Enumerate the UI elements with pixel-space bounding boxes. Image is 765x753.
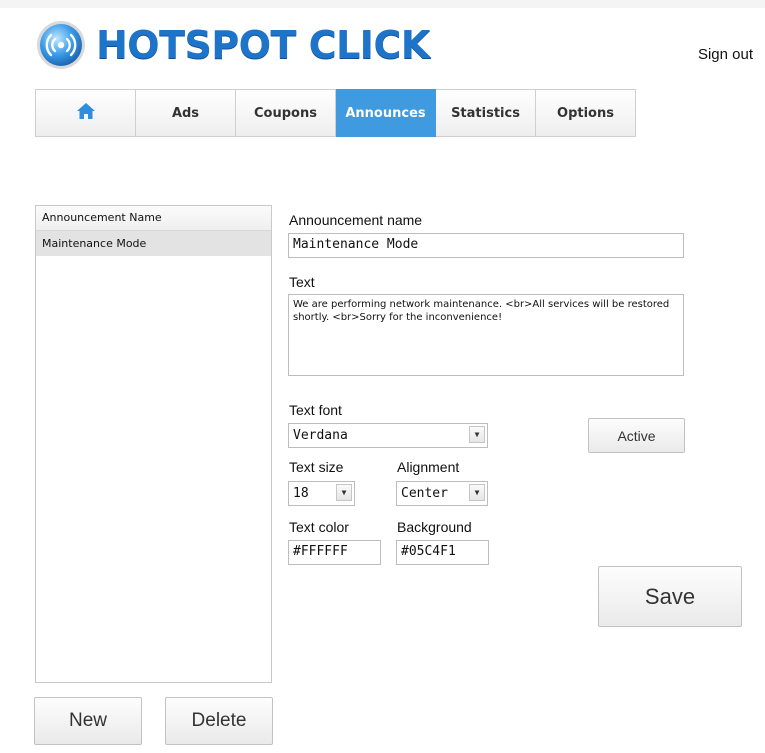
tab-ads[interactable]: Ads [136, 89, 236, 137]
tab-options[interactable]: Options [536, 89, 636, 137]
announcement-name-label: Announcement name [289, 212, 423, 228]
text-font-value: Verdana [293, 428, 348, 443]
tab-coupons[interactable]: Coupons [236, 89, 336, 137]
chevron-down-icon: ▼ [469, 484, 485, 501]
text-size-label: Text size [289, 459, 344, 475]
alignment-label: Alignment [397, 459, 460, 475]
sign-out-link[interactable]: Sign out [698, 46, 753, 63]
tab-statistics[interactable]: Statistics [436, 89, 536, 137]
alignment-value: Center [401, 486, 448, 501]
tab-announces[interactable]: Announces [336, 89, 436, 137]
text-font-select[interactable]: Verdana ▼ [288, 423, 488, 448]
text-color-label: Text color [289, 519, 349, 535]
text-size-select[interactable]: 18 ▼ [288, 481, 355, 506]
delete-button[interactable]: Delete [165, 697, 273, 745]
logo: HOTSPOT CLICK [36, 18, 430, 72]
alignment-select[interactable]: Center ▼ [396, 481, 488, 506]
text-color-field[interactable]: #FFFFFF [288, 540, 381, 565]
text-size-value: 18 [293, 486, 309, 501]
background-color-field[interactable]: #05C4F1 [396, 540, 489, 565]
list-item[interactable]: Maintenance Mode [36, 231, 271, 256]
announcement-list: Announcement Name Maintenance Mode [35, 205, 272, 683]
chevron-down-icon: ▼ [469, 426, 485, 443]
announcement-name-field[interactable]: Maintenance Mode [288, 233, 684, 258]
home-icon [76, 102, 96, 124]
background-label: Background [397, 519, 472, 535]
active-button[interactable]: Active [588, 418, 685, 453]
logo-text: HOTSPOT CLICK [96, 23, 430, 67]
main-tabs: Ads Coupons Announces Statistics Options [35, 89, 636, 137]
tab-home[interactable] [36, 89, 136, 137]
new-button[interactable]: New [34, 697, 142, 745]
top-strip [0, 0, 765, 8]
chevron-down-icon: ▼ [336, 484, 352, 501]
text-field[interactable]: We are performing network maintenance. <… [288, 294, 684, 376]
wifi-signal-icon [36, 20, 86, 70]
save-button[interactable]: Save [598, 566, 742, 627]
text-label: Text [289, 274, 315, 290]
list-header: Announcement Name [36, 206, 271, 231]
text-font-label: Text font [289, 402, 342, 418]
